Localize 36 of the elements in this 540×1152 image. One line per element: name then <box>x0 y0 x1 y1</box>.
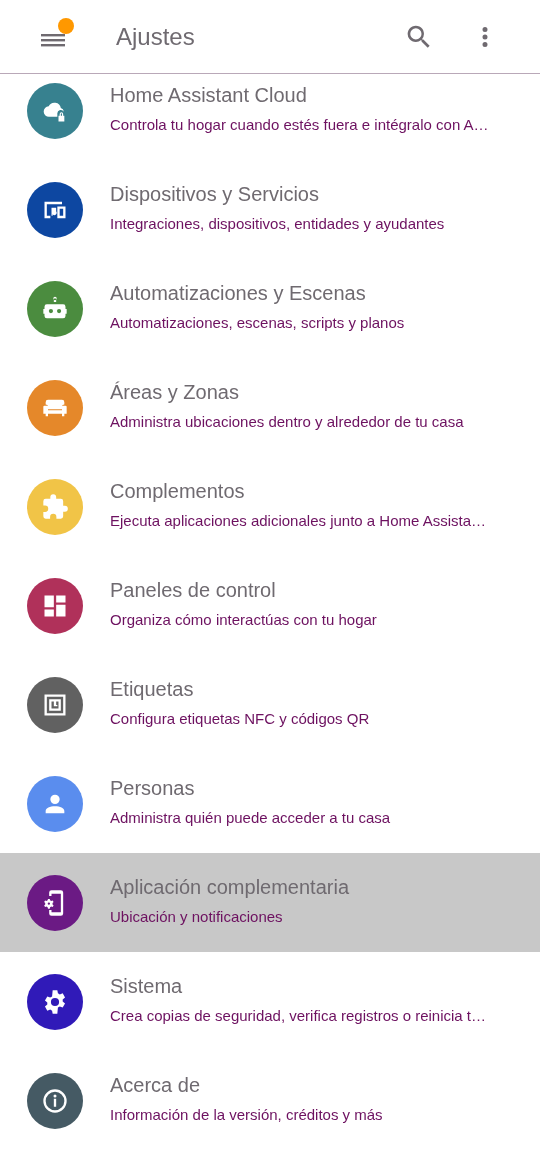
settings-item[interactable]: Complementos Ejecuta aplicaciones adicionales junto a Home Assista… <box>0 457 540 556</box>
settings-item[interactable]: Automatizaciones y Escenas Automatizaciones, escenas, scripts y planos <box>0 259 540 358</box>
page-title: Ajustes <box>116 22 196 51</box>
item-title: Etiquetas <box>110 678 195 701</box>
puzzle-icon <box>41 492 69 521</box>
settings-item[interactable]: Sistema Crea copias de seguridad, verifica registros o reinicia t… <box>0 952 540 1051</box>
settings-item[interactable]: Etiquetas Configura etiquetas NFC y códigos QR <box>0 655 540 754</box>
item-subtitle: Ejecuta aplicaciones adicionales junto a Home Assista… <box>110 512 487 529</box>
item-subtitle: Controla tu hogar cuando estés fuera e intégralo con A… <box>110 116 489 133</box>
settings-item[interactable]: Áreas y Zonas Administra ubicaciones dentro y alrededor de tu casa <box>0 358 540 457</box>
settings-item[interactable]: Dispositivos y Servicios Integraciones, dispositivos, entidades y ayudantes <box>0 160 540 259</box>
item-subtitle: Ubicación y notificaciones <box>110 908 284 925</box>
item-title: Complementos <box>110 480 246 503</box>
item-subtitle: Crea copias de seguridad, verifica registros o reinicia t… <box>110 1007 486 1024</box>
settings-item[interactable]: Aplicación complementaria Ubicación y notificaciones <box>0 853 540 952</box>
item-title: Paneles de control <box>110 579 277 602</box>
item-subtitle: Información de la versión, créditos y más <box>110 1106 383 1123</box>
settings-item[interactable]: Home Assistant Cloud Controla tu hogar cuando estés fuera e intégralo con A… <box>0 74 540 160</box>
info-icon <box>41 1086 69 1115</box>
item-title: Automatizaciones y Escenas <box>110 282 367 305</box>
settings-item[interactable]: Personas Administra quién puede acceder a tu casa <box>0 754 540 853</box>
item-subtitle: Automatizaciones, escenas, scripts y planos <box>110 314 405 331</box>
item-subtitle: Administra ubicaciones dentro y alrededor de tu casa <box>110 413 464 430</box>
item-subtitle: Integraciones, dispositivos, entidades y ayudantes <box>110 215 445 232</box>
item-subtitle: Administra quién puede acceder a tu casa <box>110 809 391 826</box>
item-title: Áreas y Zonas <box>110 381 240 404</box>
item-title: Dispositivos y Servicios <box>110 183 320 206</box>
item-title: Home Assistant Cloud <box>110 84 308 107</box>
item-subtitle: Configura etiquetas NFC y códigos QR <box>110 710 370 727</box>
item-title: Aplicación complementaria <box>110 876 349 899</box>
item-title: Personas <box>110 777 196 800</box>
settings-item[interactable]: Acerca de Información de la versión, créditos y más <box>0 1051 540 1150</box>
item-title: Acerca de <box>110 1074 202 1097</box>
settings-item[interactable]: Paneles de control Organiza cómo interactúas con tu hogar <box>0 556 540 655</box>
item-subtitle: Organiza cómo interactúas con tu hogar <box>110 611 377 628</box>
item-title: Sistema <box>110 975 184 998</box>
